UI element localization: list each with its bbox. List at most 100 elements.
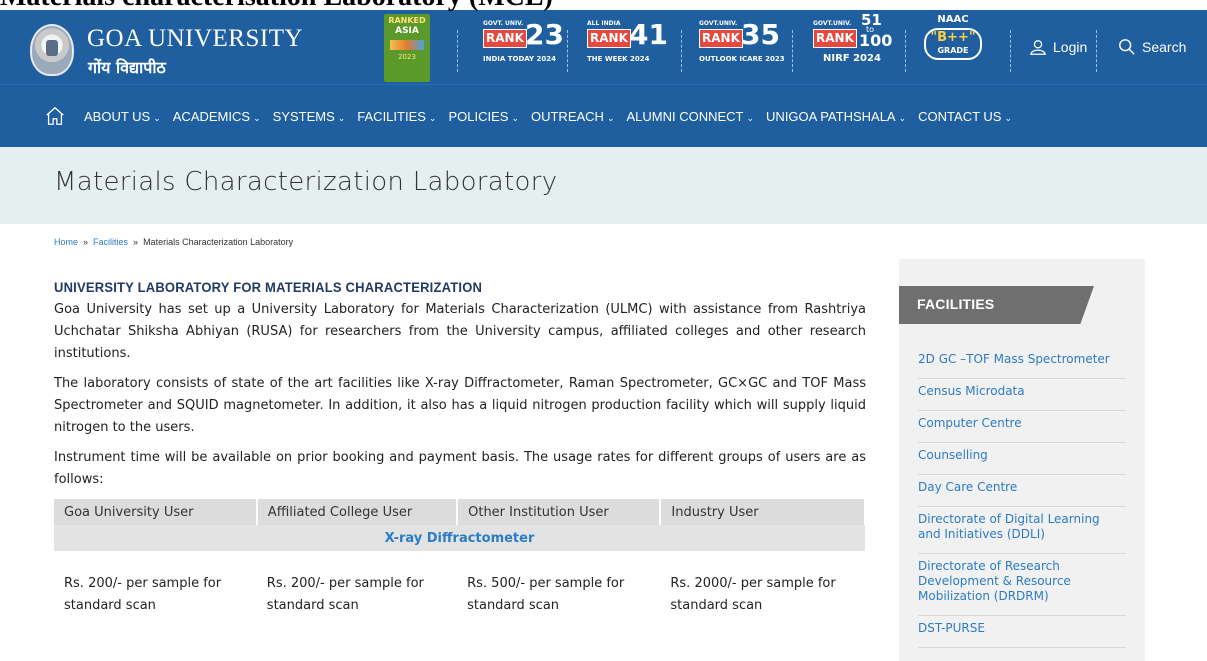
nav-item-unigoa-pathshala[interactable]: UNIGOA PATHSHALA ⌄ bbox=[766, 109, 906, 124]
header-divider bbox=[567, 30, 568, 72]
login-button[interactable]: Login bbox=[1029, 38, 1087, 56]
header-divider bbox=[792, 30, 793, 72]
rank-caption: GOVT.UNIV. bbox=[699, 20, 738, 27]
column-header: Other Institution User bbox=[457, 499, 662, 525]
sidebar-item-computer-centre[interactable]: Computer Centre bbox=[918, 411, 1126, 443]
university-logo[interactable]: GOA UNIVERSITY गोंय विद्यापीठ bbox=[30, 16, 330, 77]
table-row: Rs. 200/- per sample for standard scan R… bbox=[54, 551, 865, 617]
breadcrumb-current: Materials Characterization Laboratory bbox=[143, 237, 294, 247]
nav-label: ALUMNI CONNECT bbox=[626, 108, 744, 124]
home-icon[interactable] bbox=[44, 105, 66, 127]
column-header: Industry User bbox=[660, 499, 866, 525]
chevron-down-icon: ⌄ bbox=[253, 112, 261, 123]
nav-item-outreach[interactable]: OUTREACH ⌄ bbox=[531, 109, 615, 124]
header-divider bbox=[905, 30, 906, 72]
chevron-down-icon: ⌄ bbox=[606, 112, 615, 123]
chevron-down-icon: ⌄ bbox=[1004, 112, 1013, 123]
rank-source: NIRF 2024 bbox=[823, 53, 881, 64]
asia-badge-year: 2023 bbox=[398, 53, 416, 61]
nav-item-alumni-connect[interactable]: ALUMNI CONNECT ⌄ bbox=[626, 109, 754, 124]
rank-badge-outlook: GOVT.UNIV. RANK 35 OUTLOOK ICARE 2023 bbox=[699, 17, 785, 77]
nav-item-about-us[interactable]: ABOUT US ⌄ bbox=[84, 109, 161, 124]
naac-grade: "B++" GRADE bbox=[924, 28, 982, 60]
table-cell: Rs. 200/- per sample for standard scan bbox=[266, 576, 424, 613]
table-cell: Rs. 500/- per sample for standard scan bbox=[467, 576, 625, 613]
nav-label: OUTREACH bbox=[530, 108, 604, 124]
main-nav: ABOUT US ⌄ ACADEMICS ⌄ SYSTEMS ⌄ FACILITIES… bbox=[0, 85, 1207, 147]
column-header: Goa University User bbox=[54, 499, 258, 525]
asia-badge-line2: ASIA bbox=[395, 26, 419, 36]
rank-caption: GOVT.UNIV. bbox=[813, 20, 852, 27]
table-cell: Rs. 200/- per sample for standard scan bbox=[64, 576, 222, 613]
nav-label: CONTACT US bbox=[918, 108, 1002, 124]
sidebar-item-2d-gc-tof[interactable]: 2D GC –TOF Mass Spectrometer bbox=[918, 347, 1126, 379]
breadcrumb-separator: » bbox=[83, 237, 89, 247]
rank-caption: GOVT. UNIV. bbox=[483, 20, 524, 27]
chevron-down-icon: ⌄ bbox=[746, 112, 755, 123]
intro-paragraph: Goa University has set up a University L… bbox=[54, 302, 866, 361]
sidebar-item-dst-purse[interactable]: DST-PURSE bbox=[918, 616, 1126, 648]
university-name: GOA UNIVERSITY bbox=[87, 25, 304, 52]
rank-badge-nirf: GOVT.UNIV. RANK 51 to 100 NIRF 2024 bbox=[813, 13, 893, 77]
table-header-row: Goa University User Affiliated College U… bbox=[54, 499, 866, 525]
breadcrumb-facilities-link[interactable]: Facilities bbox=[93, 237, 128, 247]
facilities-sidebar: FACILITIES 2D GC –TOF Mass Spectrometer … bbox=[899, 259, 1145, 661]
breadcrumb-home-link[interactable]: Home bbox=[54, 237, 78, 247]
section-heading: UNIVERSITY LABORATORY FOR MATERIALS CHAR… bbox=[54, 279, 483, 296]
nav-item-systems[interactable]: SYSTEMS ⌄ bbox=[273, 109, 346, 124]
rank-caption: ALL INDIA bbox=[587, 20, 621, 27]
page-title-band: Materials Characterization Laboratory bbox=[0, 147, 1207, 224]
page-title: Materials Characterization Laboratory bbox=[54, 167, 558, 197]
sidebar-item-day-care-centre[interactable]: Day Care Centre bbox=[918, 475, 1126, 507]
naac-grade-badge: NAAC "B++" GRADE bbox=[918, 14, 988, 76]
rank-badge-india-today: GOVT. UNIV. RANK 23 INDIA TODAY 2024 bbox=[483, 17, 564, 77]
asia-badge-logo-strip bbox=[390, 40, 424, 50]
university-crest-icon bbox=[30, 24, 74, 76]
sidebar-item-counselling[interactable]: Counselling bbox=[918, 443, 1126, 475]
sidebar-title: FACILITIES bbox=[917, 296, 995, 312]
rank-number: 23 bbox=[525, 18, 564, 51]
nav-item-academics[interactable]: ACADEMICS ⌄ bbox=[173, 109, 261, 124]
nav-item-policies[interactable]: POLICIES ⌄ bbox=[448, 109, 519, 124]
chevron-down-icon: ⌄ bbox=[153, 112, 161, 123]
chevron-down-icon: ⌄ bbox=[337, 112, 346, 123]
facilities-paragraph: The laboratory consists of state of the … bbox=[54, 376, 866, 435]
top-header: GOA UNIVERSITY गोंय विद्यापीठ RANKED ASI… bbox=[0, 10, 1207, 85]
nav-label: SYSTEMS bbox=[272, 108, 335, 124]
sidebar-heading: FACILITIES bbox=[899, 286, 1094, 324]
rank-word: RANK bbox=[587, 29, 631, 48]
rank-badge-the-week: ALL INDIA RANK 41 THE WEEK 2024 bbox=[587, 17, 668, 77]
login-label: Login bbox=[1053, 39, 1088, 55]
header-divider bbox=[457, 30, 458, 72]
main-content: UNIVERSITY LABORATORY FOR MATERIALS CHAR… bbox=[54, 280, 866, 617]
header-divider bbox=[1096, 30, 1097, 72]
sidebar-item-ddli[interactable]: Directorate of Digital Learning and Init… bbox=[918, 507, 1126, 554]
nav-item-contact-us[interactable]: CONTACT US ⌄ bbox=[918, 109, 1012, 124]
table-group-row: X-ray Diffractometer bbox=[54, 525, 865, 551]
rank-source: INDIA TODAY 2024 bbox=[483, 55, 557, 63]
header-divider bbox=[1010, 30, 1011, 72]
nav-label: FACILITIES bbox=[357, 108, 426, 124]
document-title: Materials characterisation Laboratory (M… bbox=[0, 0, 553, 12]
search-button[interactable]: Search bbox=[1118, 38, 1186, 56]
naac-grade-label: GRADE bbox=[937, 46, 969, 55]
user-icon bbox=[1030, 40, 1046, 55]
breadcrumb-separator: » bbox=[133, 237, 139, 247]
rank-word: RANK bbox=[699, 29, 743, 48]
asia-ranking-badge: RANKED ASIA 2023 bbox=[384, 14, 430, 82]
search-label: Search bbox=[1142, 39, 1187, 55]
university-name-hindi: गोंय विद्यापीठ bbox=[88, 58, 166, 77]
naac-title: NAAC bbox=[937, 14, 969, 25]
nav-label: POLICIES bbox=[448, 108, 509, 124]
column-header: Affiliated College User bbox=[256, 499, 459, 525]
header-divider bbox=[681, 30, 682, 72]
chevron-down-icon: ⌄ bbox=[511, 112, 519, 123]
rates-paragraph: Instrument time will be available on pri… bbox=[54, 450, 866, 487]
rank-word: RANK bbox=[483, 29, 527, 48]
nav-item-facilities[interactable]: FACILITIES ⌄ bbox=[357, 109, 436, 124]
search-icon bbox=[1119, 39, 1135, 55]
nav-label: ACADEMICS bbox=[172, 108, 251, 124]
sidebar-item-census-microdata[interactable]: Census Microdata bbox=[918, 379, 1126, 411]
sidebar-item-drdrm[interactable]: Directorate of Research Development & Re… bbox=[918, 554, 1126, 616]
asia-badge-line1: RANKED bbox=[388, 16, 426, 25]
